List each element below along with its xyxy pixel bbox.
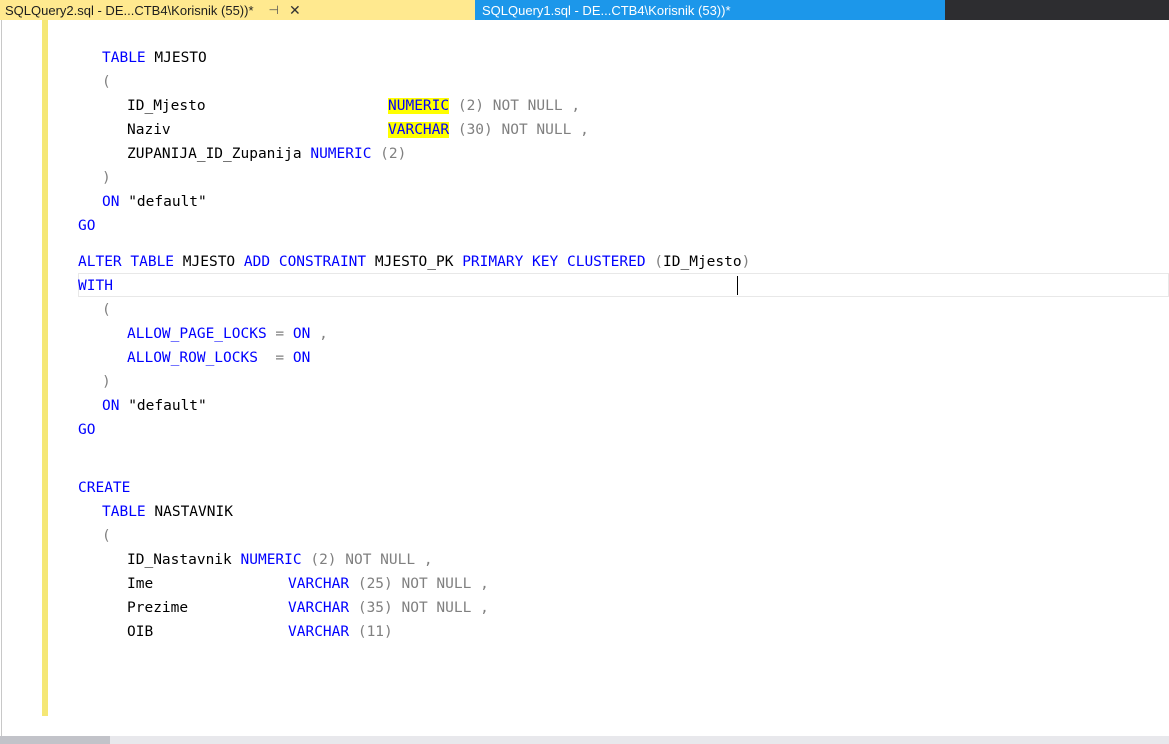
code-line: WITH <box>78 278 113 294</box>
code-line: GO <box>78 422 96 438</box>
code-line: VARCHAR (11) <box>288 624 393 640</box>
code-line: ON "default" <box>102 398 207 414</box>
code-line: Ime <box>127 576 154 592</box>
tab-sqlquery1[interactable]: SQLQuery1.sql - DE...CTB4\Korisnik (53))… <box>475 0 945 20</box>
tab-title: SQLQuery2.sql - DE...CTB4\Korisnik (55))… <box>5 2 254 18</box>
code-line: CREATE <box>78 480 131 496</box>
code-line: VARCHAR (30) NOT NULL , <box>388 122 589 138</box>
code-line: ZUPANIJA_ID_Zupanija NUMERIC (2) <box>127 146 407 162</box>
tab-title: SQLQuery1.sql - DE...CTB4\Korisnik (53))… <box>482 2 731 18</box>
code-line: ID_Mjesto <box>127 98 206 114</box>
scrollbar-thumb[interactable] <box>0 736 110 744</box>
code-line: ) <box>102 374 111 390</box>
code-line: GO <box>78 218 96 234</box>
unsaved-changes-bar <box>42 20 48 716</box>
code-line: Prezime <box>127 600 189 616</box>
code-line: ON "default" <box>102 194 207 210</box>
code-line: ALTER TABLE MJESTO ADD CONSTRAINT MJESTO… <box>78 254 751 270</box>
code-line: VARCHAR (25) NOT NULL , <box>288 576 489 592</box>
code-line: OIB <box>127 624 154 640</box>
editor-margin-line <box>1 20 2 736</box>
code-line: ( <box>102 302 111 318</box>
code-line: ) <box>102 170 111 186</box>
code-line: ( <box>102 528 111 544</box>
code-line: ( <box>102 74 111 90</box>
pin-icon[interactable]: ⊣ <box>269 3 279 17</box>
code-line: VARCHAR (35) NOT NULL , <box>288 600 489 616</box>
code-line: ID_Nastavnik NUMERIC (2) NOT NULL , <box>127 552 433 568</box>
code-line: NUMERIC (2) NOT NULL , <box>388 98 581 114</box>
document-tab-bar: SQLQuery2.sql - DE...CTB4\Korisnik (55))… <box>0 0 1169 20</box>
sql-code-editor[interactable]: TABLE MJESTO ( ID_Mjesto NUMERIC (2) NOT… <box>0 20 1169 736</box>
horizontal-scrollbar[interactable] <box>0 736 1169 744</box>
code-line: TABLE NASTAVNIK <box>102 504 233 520</box>
code-line: TABLE MJESTO <box>102 50 207 66</box>
code-line: ALLOW_ROW_LOCKS = ON <box>127 350 311 366</box>
code-line: Naziv <box>127 122 171 138</box>
text-caret <box>737 276 738 295</box>
tab-sqlquery2[interactable]: SQLQuery2.sql - DE...CTB4\Korisnik (55))… <box>0 0 475 20</box>
current-line-highlight <box>78 273 1169 297</box>
code-line: ALLOW_PAGE_LOCKS = ON , <box>127 326 328 342</box>
close-icon[interactable]: ✕ <box>289 2 301 19</box>
